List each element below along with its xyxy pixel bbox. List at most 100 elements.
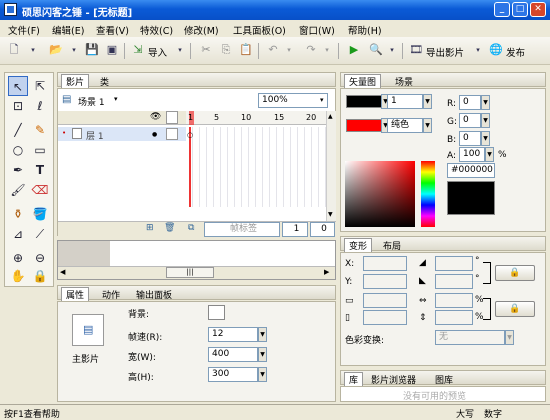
publish-button[interactable]: 发布 — [506, 45, 525, 59]
minimize-button[interactable]: _ — [494, 2, 510, 17]
zoom-in-tool-icon[interactable]: ⊕ — [8, 248, 28, 268]
tab-layout[interactable]: 布局 — [379, 239, 405, 252]
preview-dropdown-icon[interactable]: ▾ — [384, 42, 400, 58]
w-field[interactable] — [363, 293, 407, 308]
keyframe-icon[interactable]: ○ — [187, 131, 193, 139]
layer-visible-dot-icon[interactable]: ● — [152, 131, 157, 138]
width-field[interactable]: 400 — [208, 347, 258, 362]
menu-window[interactable]: 窗口(W) — [299, 23, 335, 37]
frame-ruler[interactable]: 1 5 10 15 20 — [186, 111, 326, 125]
menu-tools-panel[interactable]: 工具面板(O) — [233, 23, 286, 37]
export-dropdown-icon[interactable]: ▾ — [470, 42, 486, 58]
menu-edit[interactable]: 编辑(E) — [52, 23, 84, 37]
undo-icon[interactable]: ↶ — [265, 42, 281, 58]
preview-icon[interactable]: 🔍 — [368, 42, 384, 58]
fps-dropdown-icon[interactable]: ▼ — [258, 327, 267, 342]
background-color-swatch[interactable] — [208, 305, 225, 320]
color-picker-field[interactable] — [345, 161, 415, 227]
scene-selector[interactable]: 场景 1 — [78, 95, 105, 108]
y-field[interactable] — [363, 274, 407, 289]
x-field[interactable] — [363, 256, 407, 271]
frame-grid[interactable]: ○ — [186, 127, 326, 207]
tab-transform[interactable]: 变形 — [344, 238, 373, 252]
zoom-select[interactable]: 100% — [258, 93, 328, 108]
eye-icon[interactable]: 👁 — [150, 112, 161, 122]
arrow-tool-icon[interactable]: ↖ — [8, 76, 28, 96]
tab-output[interactable]: 输出面板 — [132, 288, 176, 301]
frame-label-input[interactable]: 帧标签 — [204, 222, 280, 237]
add-layer-icon[interactable]: ⊞ — [146, 223, 154, 233]
scene-dropdown-icon[interactable]: ▾ — [114, 95, 118, 103]
scale-x-field[interactable] — [435, 293, 473, 308]
tab-movie[interactable]: 影片 — [61, 74, 90, 88]
tab-actions[interactable]: 动作 — [98, 288, 124, 301]
stage-area[interactable]: ◀ ||| ▶ — [57, 240, 336, 280]
publish-icon[interactable]: 🌐 — [488, 42, 504, 58]
lock-angle-button[interactable]: 🔒 — [495, 265, 535, 281]
transform-tool-icon[interactable]: ⊡ — [8, 96, 28, 116]
import-dropdown-icon[interactable]: ▾ — [172, 42, 188, 58]
tab-library[interactable]: 库 — [344, 372, 364, 386]
skew-field[interactable] — [435, 256, 473, 271]
paint-bucket-tool-icon[interactable]: 🪣 — [30, 204, 50, 224]
fill-color-swatch[interactable] — [346, 119, 382, 132]
fill-transform-tool-icon[interactable]: ⊿ — [8, 224, 28, 244]
undo-dropdown-icon[interactable]: ▾ — [281, 42, 297, 58]
open-folder-icon[interactable]: 📂 — [48, 42, 64, 58]
close-button[interactable]: ✕ — [530, 2, 546, 17]
paste-icon[interactable]: 📋 — [238, 42, 254, 58]
hex-field[interactable]: #000000 — [447, 163, 495, 178]
menu-file[interactable]: 文件(F) — [8, 23, 40, 37]
text-tool-icon[interactable]: T — [30, 160, 50, 180]
height-field[interactable]: 300 — [208, 367, 258, 382]
scroll-up-icon[interactable]: ▲ — [328, 113, 333, 120]
play-icon[interactable]: ▶ — [346, 42, 362, 58]
stage-horizontal-scrollbar[interactable]: ◀ ||| ▶ — [58, 266, 335, 279]
tab-gallery[interactable]: 图库 — [431, 373, 457, 386]
zoom-dropdown-icon[interactable]: ▾ — [320, 96, 324, 104]
copy-icon[interactable]: ⎘ — [218, 42, 234, 58]
height-dropdown-icon[interactable]: ▼ — [258, 367, 267, 382]
subselect-tool-icon[interactable]: ⇱ — [30, 76, 50, 96]
zoom-out-tool-icon[interactable]: ⊖ — [30, 248, 50, 268]
lock-column-icon[interactable] — [166, 111, 178, 124]
eraser-tool-icon[interactable]: ⌫ — [30, 180, 50, 200]
r-field[interactable]: 0 — [459, 95, 481, 110]
tab-properties[interactable]: 属性 — [61, 287, 90, 301]
layer-row[interactable]: • 层 1 ● — [58, 127, 186, 142]
import-icon[interactable]: ⇲ — [130, 42, 146, 58]
scale-y-field[interactable] — [435, 310, 473, 325]
save-all-icon[interactable]: ▣ — [104, 42, 120, 58]
hand-tool-icon[interactable]: ✋ — [8, 266, 28, 286]
menu-view[interactable]: 查看(V) — [96, 23, 129, 37]
h-field[interactable] — [363, 310, 407, 325]
delete-layer-icon[interactable]: 🗑 — [164, 223, 175, 233]
save-icon[interactable]: 💾 — [84, 42, 100, 58]
alpha-field[interactable]: 100 — [459, 147, 485, 162]
menu-modify[interactable]: 修改(M) — [184, 23, 219, 37]
fps-field[interactable]: 12 — [208, 327, 258, 342]
g-dropdown-icon[interactable]: ▼ — [481, 113, 490, 128]
tab-class[interactable]: 类 — [96, 75, 113, 88]
b-field[interactable]: 0 — [459, 131, 481, 146]
scroll-right-icon[interactable]: ▶ — [324, 268, 329, 276]
new-file-icon[interactable]: 🗋 — [6, 42, 22, 58]
menu-help[interactable]: 帮助(H) — [348, 23, 382, 37]
eyedropper-tool-icon[interactable]: ⟋ — [30, 224, 50, 244]
brush-tool-icon[interactable]: 🖌 — [8, 180, 28, 200]
pen-tool-icon[interactable]: ✒ — [8, 160, 28, 180]
export-movie-button[interactable]: 导出影片 — [426, 45, 464, 59]
stroke-width-field[interactable]: 1 — [387, 94, 423, 109]
tab-scene[interactable]: 场景 — [391, 75, 417, 88]
maximize-button[interactable]: □ — [512, 2, 528, 17]
cut-icon[interactable]: ✂ — [198, 42, 214, 58]
current-frame-field[interactable]: 1 — [282, 222, 308, 237]
stroke-color-swatch[interactable] — [346, 95, 382, 108]
lock-scale-button[interactable]: 🔒 — [495, 301, 535, 317]
color-transform-dropdown-icon[interactable]: ▼ — [505, 330, 514, 345]
menu-effects[interactable]: 特效(C) — [140, 23, 173, 37]
fill-type-select[interactable]: 纯色 — [387, 118, 423, 133]
scroll-thumb[interactable]: ||| — [166, 267, 214, 278]
rectangle-tool-icon[interactable]: ▭ — [30, 140, 50, 160]
g-field[interactable]: 0 — [459, 113, 481, 128]
